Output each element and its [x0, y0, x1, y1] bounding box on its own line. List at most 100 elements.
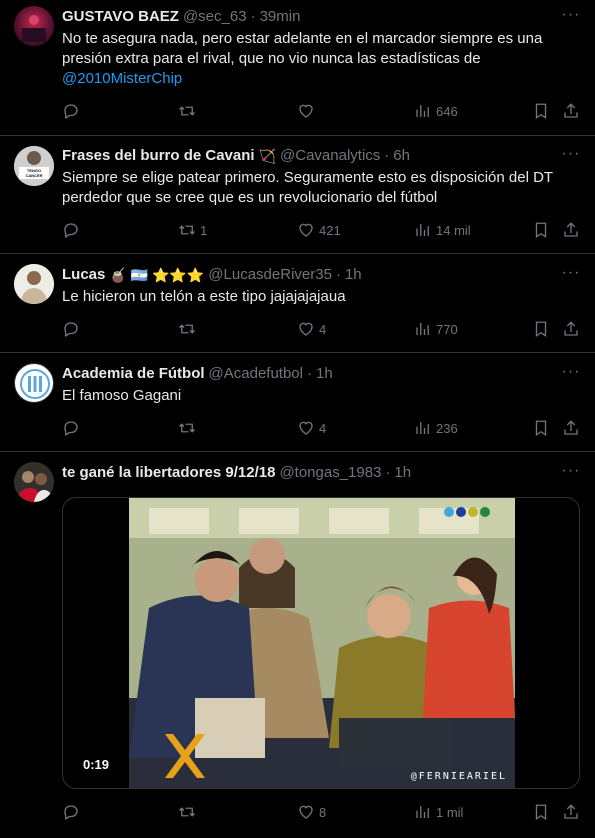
more-icon[interactable]: ···: [561, 265, 581, 286]
video-duration: 0:19: [75, 755, 118, 774]
tweet-header: GUSTAVO BAEZ @sec_63 · 39min: [62, 7, 555, 27]
views-button[interactable]: 14 mil: [414, 220, 471, 240]
timestamp[interactable]: 39min: [260, 7, 301, 27]
share-button[interactable]: [562, 802, 580, 822]
bookmark-icon: [535, 103, 547, 120]
like-button[interactable]: 4: [297, 418, 326, 438]
reply-button[interactable]: [62, 418, 80, 438]
tweet-actions: 4 770: [62, 319, 581, 339]
avatar[interactable]: [14, 6, 54, 46]
retweet-icon: [179, 807, 195, 817]
tweet-header: Lucas 🧉 🇦🇷 ⭐⭐⭐ @LucasdeRiver35 · 1h: [62, 265, 555, 285]
mention-link[interactable]: @2010MisterChip: [62, 70, 182, 87]
share-button[interactable]: [562, 220, 580, 240]
video-player[interactable]: 0:19 @FERNIEARIEL: [62, 497, 580, 789]
tweet-text: Siempre se elige patear primero. Seguram…: [62, 169, 553, 206]
name-emoji: 🧉 🇦🇷 ⭐⭐⭐: [109, 267, 205, 283]
like-button[interactable]: [297, 101, 319, 121]
views-icon: [416, 224, 429, 236]
reply-button[interactable]: [62, 802, 80, 822]
like-count: 8: [319, 804, 327, 820]
views-icon: [416, 323, 429, 335]
bookmark-button[interactable]: [532, 418, 550, 438]
retweet-button[interactable]: 1: [178, 220, 207, 240]
share-button[interactable]: [562, 418, 580, 438]
retweet-button[interactable]: [178, 101, 200, 121]
reply-button[interactable]: [62, 319, 80, 339]
avatar[interactable]: [14, 462, 54, 502]
bookmark-button[interactable]: [532, 802, 550, 822]
handle[interactable]: @Acadefutbol: [209, 364, 303, 384]
more-icon[interactable]: ···: [561, 364, 581, 385]
share-icon: [564, 804, 578, 819]
avatar-caption: TENGO CANCER: [25, 168, 43, 178]
display-name[interactable]: te gané la libertadores 9/12/18: [62, 463, 275, 483]
share-icon: [564, 420, 578, 435]
tweet[interactable]: GUSTAVO BAEZ @sec_63 · 39min ··· No te a…: [0, 0, 595, 136]
handle[interactable]: @LucasdeRiver35: [208, 265, 332, 285]
tweet[interactable]: Lucas 🧉 🇦🇷 ⭐⭐⭐ @LucasdeRiver35 · 1h ··· …: [0, 254, 595, 353]
reply-button[interactable]: [62, 220, 80, 240]
handle[interactable]: @tongas_1983: [279, 463, 381, 483]
tweet-header: te gané la libertadores 9/12/18 @tongas_…: [62, 463, 555, 483]
more-icon[interactable]: ···: [561, 463, 581, 484]
name-emoji: 🏹: [258, 148, 277, 164]
like-icon: [299, 805, 313, 819]
more-icon[interactable]: ···: [561, 146, 581, 167]
avatar[interactable]: [14, 363, 54, 403]
timestamp[interactable]: 1h: [316, 364, 333, 384]
like-icon: [299, 322, 313, 336]
timeline-feed: GUSTAVO BAEZ @sec_63 · 39min ··· No te a…: [0, 0, 595, 838]
timestamp[interactable]: 6h: [393, 146, 410, 166]
separator-dot: ·: [250, 8, 256, 25]
avatar[interactable]: [14, 264, 54, 304]
avatar[interactable]: TENGO CANCER: [14, 146, 54, 186]
views-button[interactable]: 1 mil: [414, 802, 463, 822]
views-count: 236: [436, 420, 458, 436]
timestamp[interactable]: 1h: [345, 265, 362, 285]
more-icon[interactable]: ···: [561, 7, 581, 28]
handle[interactable]: @Cavanalytics: [280, 146, 380, 166]
views-count: 14 mil: [436, 222, 471, 238]
views-count: 1 mil: [436, 804, 464, 820]
separator-dot: ·: [306, 365, 312, 382]
retweet-icon: [179, 225, 195, 235]
views-button[interactable]: 646: [414, 101, 458, 121]
display-name[interactable]: Lucas: [62, 265, 105, 285]
like-count: 4: [319, 321, 327, 337]
separator-dot: ·: [385, 464, 391, 481]
views-count: 770: [436, 321, 458, 337]
retweet-button[interactable]: [178, 418, 200, 438]
reply-button[interactable]: [62, 101, 80, 121]
display-name[interactable]: Academia de Fútbol: [62, 364, 205, 384]
views-button[interactable]: 770: [414, 319, 458, 339]
timestamp[interactable]: 1h: [394, 463, 411, 483]
like-button[interactable]: 8: [297, 802, 326, 822]
retweet-button[interactable]: [178, 319, 200, 339]
like-button[interactable]: 421: [297, 220, 341, 240]
like-button[interactable]: 4: [297, 319, 326, 339]
reply-icon: [64, 322, 78, 337]
bookmark-button[interactable]: [532, 319, 550, 339]
like-count: 4: [319, 420, 327, 436]
views-button[interactable]: 236: [414, 418, 458, 438]
tweet[interactable]: Academia de Fútbol @Acadefutbol · 1h ···…: [0, 353, 595, 452]
retweet-icon: [179, 423, 195, 433]
tweet-text: Le hicieron un telón a este tipo jajajaj…: [62, 288, 346, 305]
handle[interactable]: @sec_63: [183, 7, 247, 27]
tweet[interactable]: TENGO CANCER Frases del burro de Cavani …: [0, 136, 595, 254]
tweet-text-content: No te asegura nada, pero estar adelante …: [62, 30, 543, 67]
share-button[interactable]: [562, 101, 580, 121]
reply-icon: [64, 223, 78, 238]
retweet-button[interactable]: [178, 802, 200, 822]
video-frame[interactable]: [129, 498, 515, 788]
share-button[interactable]: [562, 319, 580, 339]
tweet[interactable]: te gané la libertadores 9/12/18 @tongas_…: [0, 452, 595, 838]
bookmark-button[interactable]: [532, 101, 550, 121]
reply-icon: [64, 421, 78, 436]
display-name[interactable]: GUSTAVO BAEZ: [62, 7, 179, 27]
bookmark-button[interactable]: [532, 220, 550, 240]
tweet-header: Academia de Fútbol @Acadefutbol · 1h: [62, 364, 555, 384]
display-name[interactable]: Frases del burro de Cavani: [62, 146, 255, 166]
tweet-actions: 4 236: [62, 418, 581, 438]
